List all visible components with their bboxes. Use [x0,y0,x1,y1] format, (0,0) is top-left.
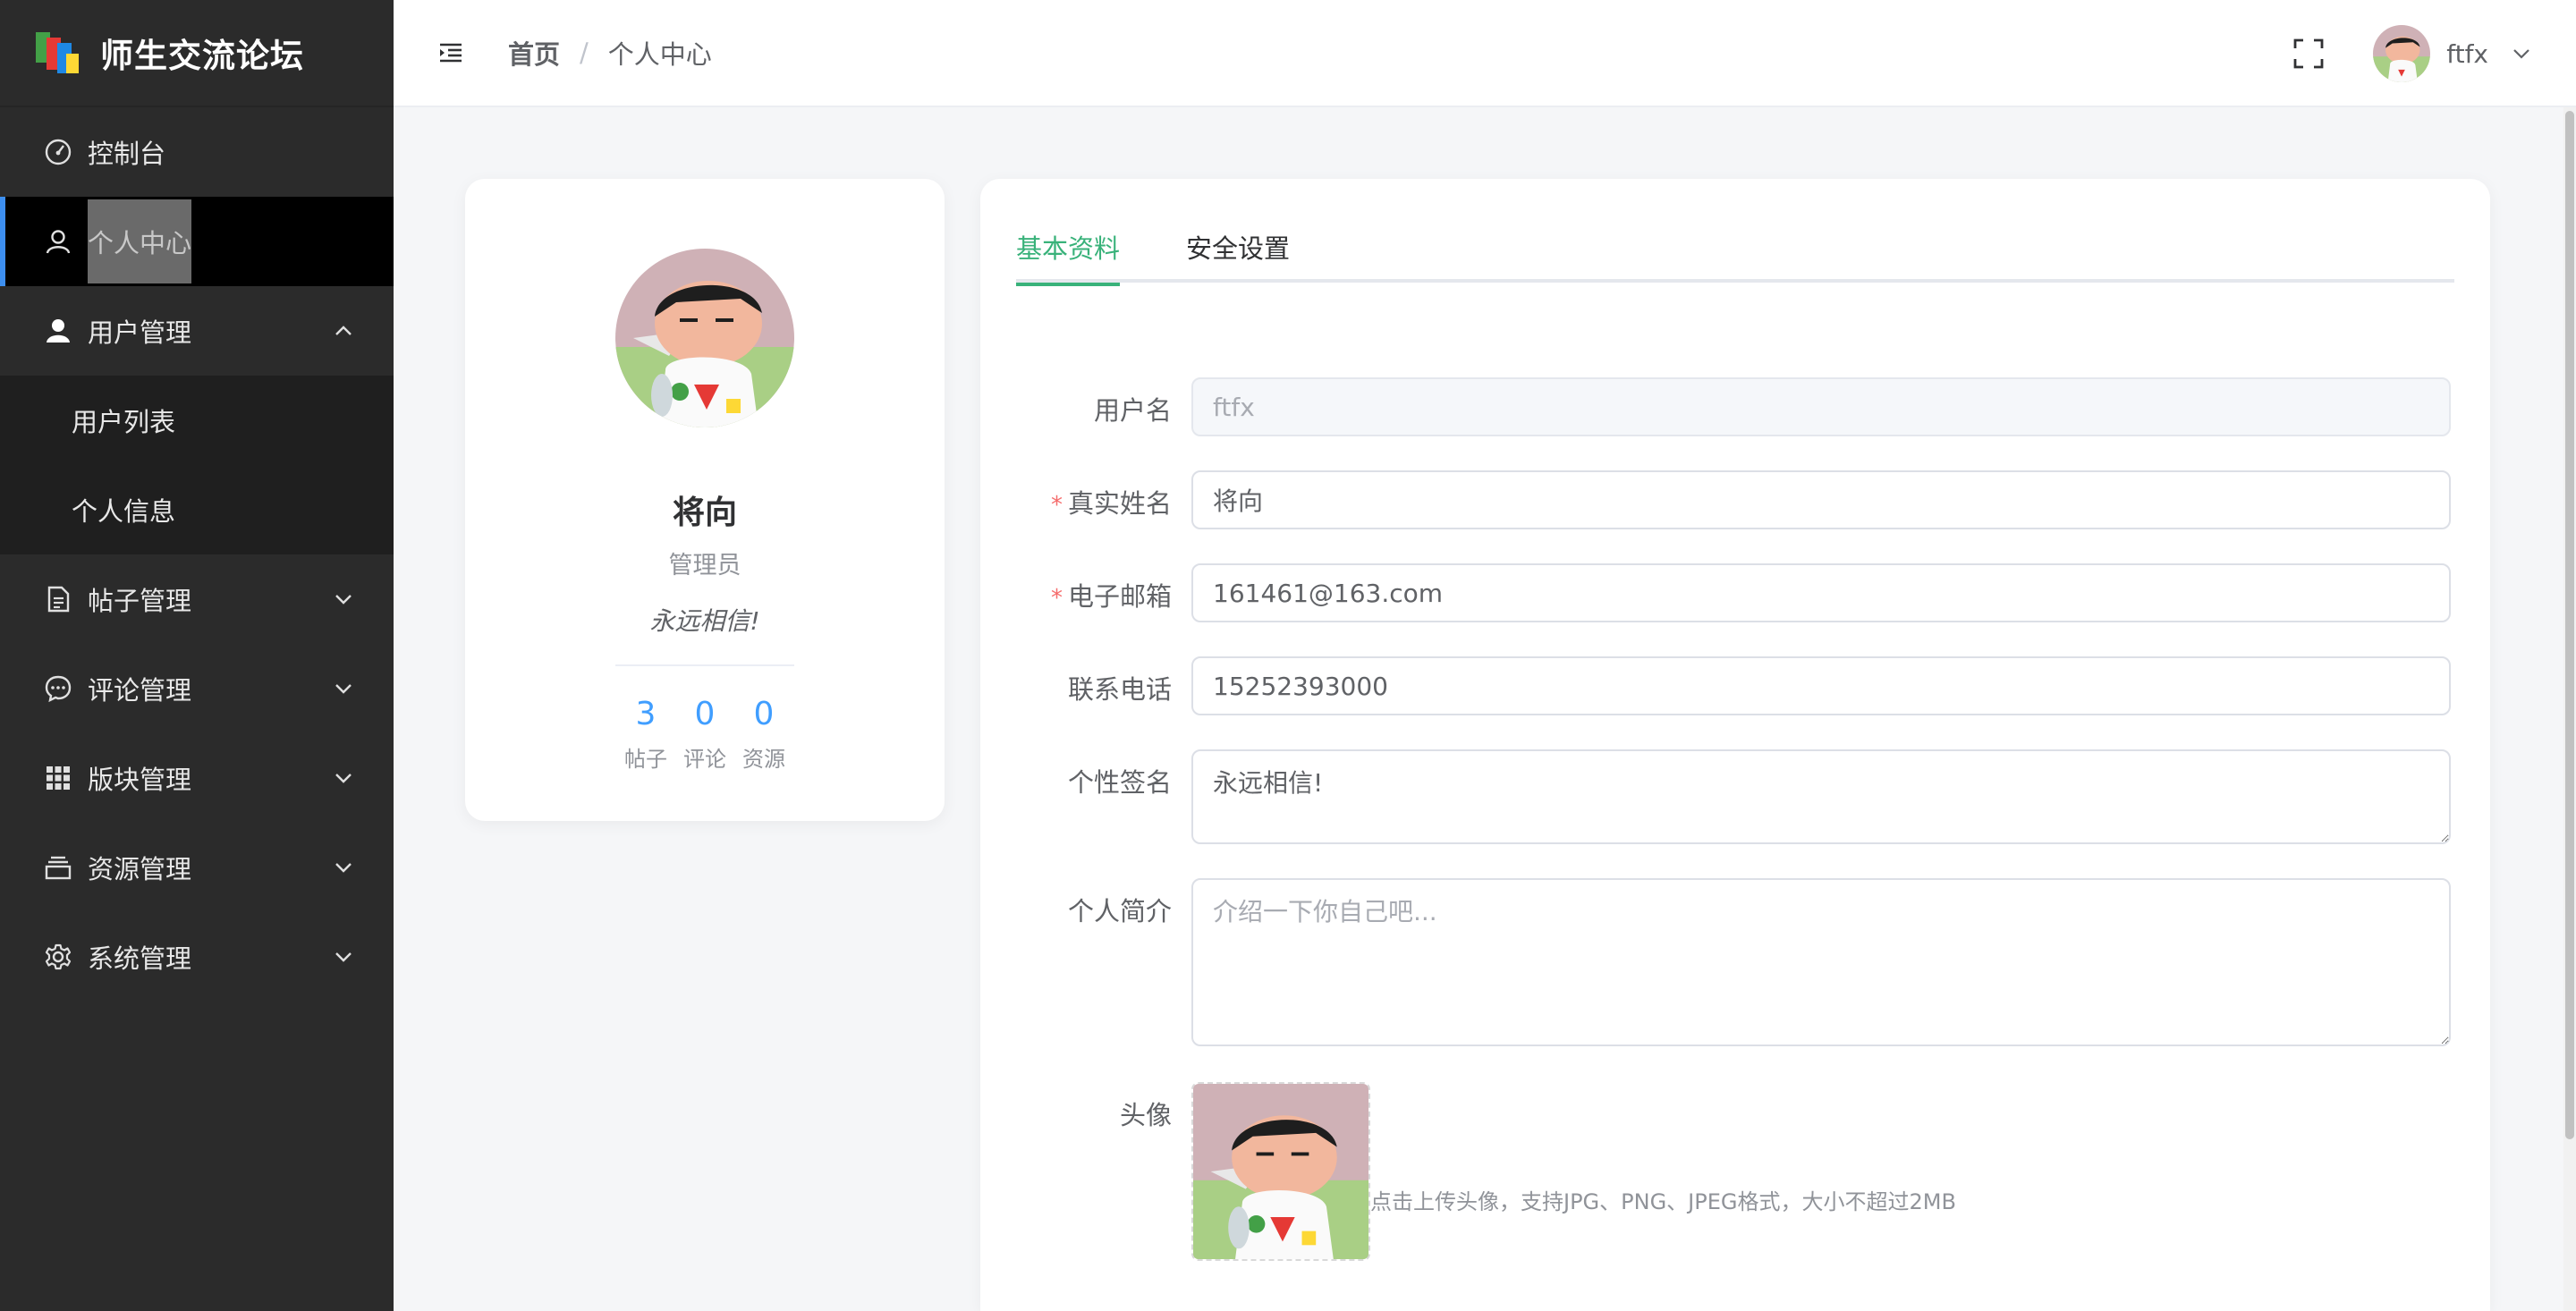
grid-icon [43,763,73,793]
email-label-text: 电子邮箱 [1067,581,1172,612]
profile-stats: 3 帖子 0 评论 0 资源 [465,697,945,773]
stat-label: 评论 [683,747,726,772]
phone-field[interactable] [1191,656,2451,715]
email-label: * 电子邮箱 [1016,576,1172,613]
books-logo-icon [36,30,80,75]
stat-resources: 0 资源 [734,697,793,773]
brand: 师生交流论坛 [0,0,394,107]
sidebar-item-resource-management[interactable]: 资源管理 [0,823,394,912]
divider [615,664,794,666]
breadcrumb-current: 个人中心 [607,39,712,70]
user-outline-icon [43,226,73,257]
page-scrollbar[interactable] [2563,107,2576,1311]
profile-form-card: 基本资料 安全设置 用户名 *真实姓名 *电子邮箱 联系电话 个性签名 永远相信… [980,179,2490,1311]
sidebar-item-profile-center[interactable]: 个人中心 [0,197,394,286]
chevron-down-icon [335,863,352,873]
folder-icon [43,852,73,883]
required-mark: * [1050,492,1063,519]
sidebar-item-label: 用户管理 [88,317,192,348]
profile-card: 将向 管理员 永远相信! 3 帖子 0 评论 0 资源 [465,179,945,821]
realname-field[interactable] [1191,470,2451,529]
menu-fold-icon[interactable] [438,40,463,65]
username-label: 用户名 [1016,390,1172,427]
sidebar-item-dashboard[interactable]: 控制台 [0,107,394,197]
user-solid-icon [43,316,73,346]
dashboard-icon [43,137,73,167]
realname-label: * 真实姓名 [1016,483,1172,520]
breadcrumb-separator: / [580,38,589,68]
chevron-up-icon [335,326,352,335]
chevron-down-icon [335,774,352,783]
sidebar-item-label: 控制台 [88,139,166,169]
profile-signature: 永远相信! [649,606,760,636]
avatar-label: 头像 [1016,1095,1172,1132]
username-label-text: 用户名 [1093,395,1172,426]
breadcrumb-home-link[interactable]: 首页 [508,34,560,72]
sidebar-item-user-list[interactable]: 用户列表 [0,376,394,465]
profile-avatar [615,249,794,427]
sidebar-item-user-management[interactable]: 用户管理 [0,286,394,376]
sidebar-item-label: 资源管理 [88,854,192,884]
email-field[interactable] [1191,563,2451,622]
sidebar-item-label: 个人中心 [88,199,192,283]
gear-icon [43,942,73,972]
tabs: 基本资料 安全设置 [1016,227,2454,286]
sidebar: 师生交流论坛 控制台 个人中心 用户管理 用户列表 个人信息 帖子管理 评论管理… [0,0,394,1311]
signature-label-text: 个性签名 [1067,767,1172,798]
signature-label: 个性签名 [1016,762,1172,799]
phone-label: 联系电话 [1016,669,1172,706]
document-icon [43,584,73,614]
header-username[interactable]: ftfx [2446,39,2488,69]
signature-textarea[interactable]: 永远相信! [1191,749,2451,844]
sidebar-item-post-management[interactable]: 帖子管理 [0,554,394,644]
stat-value: 3 [635,696,657,732]
chevron-down-icon[interactable] [2512,44,2531,63]
avatar[interactable] [2373,25,2431,82]
bio-label: 个人简介 [1016,891,1172,928]
profile-name: 将向 [672,495,737,531]
stat-value: 0 [694,696,716,732]
app-title: 师生交流论坛 [100,37,304,75]
phone-label-text: 联系电话 [1067,674,1172,705]
chat-icon [43,673,73,704]
sidebar-item-system-management[interactable]: 系统管理 [0,912,394,1002]
fullscreen-icon[interactable] [2292,38,2325,70]
avatar-upload-tip: 点击上传头像，支持JPG、PNG、JPEG格式，大小不超过2MB [1370,1189,1956,1214]
bio-label-text: 个人简介 [1067,896,1172,926]
chevron-down-icon [335,684,352,694]
avatar-label-text: 头像 [1119,1100,1172,1130]
sidebar-item-label: 帖子管理 [88,586,192,616]
chevron-down-icon [335,952,352,962]
breadcrumb: 首页 / 个人中心 [508,34,712,72]
username-field [1191,377,2451,436]
stat-value: 0 [753,696,775,732]
tab-basic-info[interactable]: 基本资料 [1016,227,1121,286]
sidebar-item-label: 评论管理 [88,675,192,706]
chevron-down-icon [335,595,352,605]
scrollbar-thumb[interactable] [2565,111,2574,1139]
realname-label-text: 真实姓名 [1067,488,1172,519]
profile-role: 管理员 [668,552,741,579]
user-management-submenu: 用户列表 个人信息 [0,376,394,554]
stat-label: 帖子 [624,747,667,772]
avatar-upload[interactable] [1191,1082,1370,1261]
header-actions: ftfx [2292,0,2531,107]
stat-label: 资源 [742,747,785,772]
required-mark: * [1050,585,1063,612]
sidebar-item-comment-management[interactable]: 评论管理 [0,644,394,733]
stat-posts: 3 帖子 [616,697,675,773]
sidebar-item-personal-info[interactable]: 个人信息 [0,465,394,554]
bio-textarea[interactable] [1191,878,2451,1046]
form-row-avatar: 头像 点击上传头像，支持JPG、PNG、JPEG格式，大小不超过2MB [1016,1082,2454,1261]
sidebar-item-label: 系统管理 [88,943,192,974]
sidebar-item-label: 版块管理 [88,765,192,795]
top-header: 首页 / 个人中心 ftfx [394,0,2576,107]
stat-comments: 0 评论 [675,697,734,773]
tab-security-settings[interactable]: 安全设置 [1186,227,1290,283]
sidebar-item-board-management[interactable]: 版块管理 [0,733,394,823]
